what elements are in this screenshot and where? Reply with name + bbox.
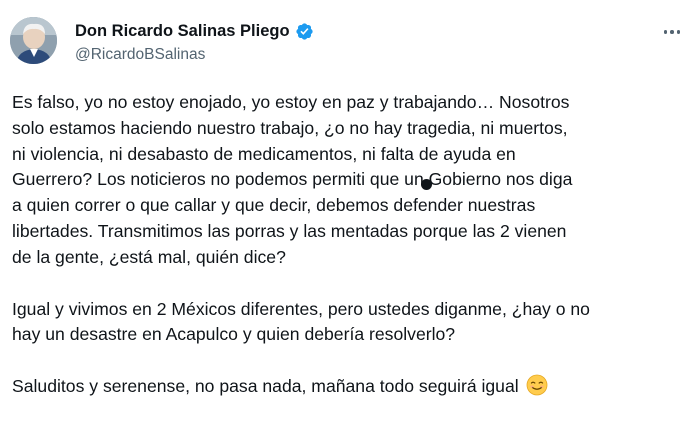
tweet-paragraph: Igual y vivimos en 2 Méxicos diferentes,… xyxy=(12,297,692,349)
more-options-icon[interactable] xyxy=(658,20,686,44)
text-line: a quien correr o que callar y que decir,… xyxy=(12,195,536,216)
text-line: libertades. Transmitimos las porras y la… xyxy=(12,220,567,241)
verified-badge-icon[interactable] xyxy=(295,22,314,41)
author-handle[interactable]: @RicardoBSalinas xyxy=(75,46,205,64)
tweet-paragraph: Es falso, yo no estoy enojado, yo estoy … xyxy=(12,90,692,271)
text-line: ni violencia, ni desabasto de medicament… xyxy=(12,143,516,164)
avatar[interactable] xyxy=(10,17,57,64)
cursor-dot-icon xyxy=(421,179,432,190)
text-line: Igual y vivimos en 2 Méxicos diferentes,… xyxy=(12,298,590,319)
text-line-content: Saluditos y serenense, no pasa nada, mañ… xyxy=(12,376,519,397)
text-line: solo estamos haciendo nuestro trabajo, ¿… xyxy=(12,117,568,138)
text-line: de la gente, ¿está mal, quién dice? xyxy=(12,246,286,267)
text-line: Guerrero? Los noticieros no podemos perm… xyxy=(12,169,573,190)
tweet-paragraph: Saluditos y serenense, no pasa nada, mañ… xyxy=(12,374,692,404)
relieved-face-emoji-icon xyxy=(526,374,548,404)
text-line: hay un desastre en Acapulco y quien debe… xyxy=(12,324,456,345)
author-display-name[interactable]: Don Ricardo Salinas Pliego xyxy=(75,22,290,41)
tweet-text: Es falso, yo no estoy enojado, yo estoy … xyxy=(12,90,692,430)
text-line: Saluditos y serenense, no pasa nada, mañ… xyxy=(12,374,692,404)
author-name-row: Don Ricardo Salinas Pliego xyxy=(75,22,314,41)
text-line: Es falso, yo no estoy enojado, yo estoy … xyxy=(12,92,570,112)
